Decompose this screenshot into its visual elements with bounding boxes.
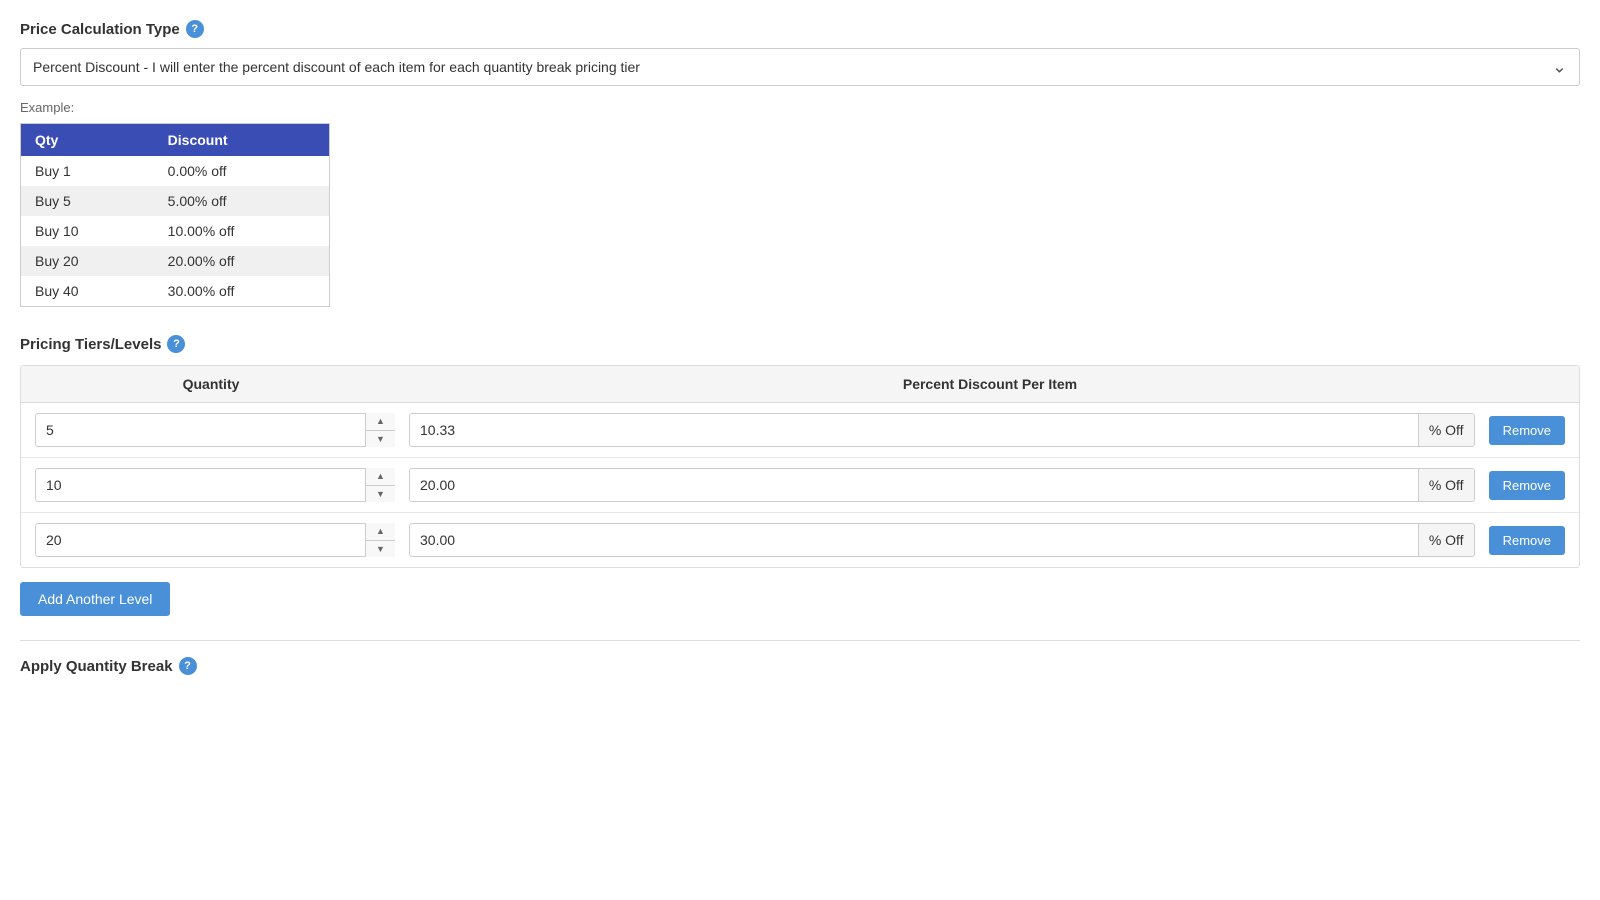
example-qty-cell: Buy 20 (21, 246, 154, 276)
example-label: Example: (20, 100, 1580, 115)
price-calc-type-select[interactable]: Percent Discount - I will enter the perc… (21, 49, 1579, 85)
example-col-discount: Discount (154, 124, 330, 157)
pricing-tiers-section: Pricing Tiers/Levels ? Quantity Percent … (20, 335, 1580, 616)
apply-quantity-break-title: Apply Quantity Break ? (20, 657, 1580, 675)
tiers-col-quantity: Quantity (21, 376, 401, 392)
discount-input-1[interactable] (410, 469, 1418, 501)
tiers-col-discount: Percent Discount Per Item (401, 376, 1579, 392)
example-discount-cell: 20.00% off (154, 246, 330, 276)
spinner-up-2[interactable]: ▲ (366, 523, 395, 541)
qty-input-wrapper-0: ▲ ▼ (35, 413, 395, 447)
remove-button-0[interactable]: Remove (1489, 416, 1565, 445)
example-discount-cell: 5.00% off (154, 186, 330, 216)
spinner-down-0[interactable]: ▼ (366, 431, 395, 448)
spinner-up-0[interactable]: ▲ (366, 413, 395, 431)
example-discount-cell: 0.00% off (154, 156, 330, 186)
discount-input-wrapper-0: % Off (409, 413, 1475, 447)
example-discount-cell: 30.00% off (154, 276, 330, 307)
example-col-qty: Qty (21, 124, 154, 157)
quantity-input-1[interactable] (35, 468, 395, 502)
discount-input-wrapper-1: % Off (409, 468, 1475, 502)
example-table-row: Buy 10 10.00% off (21, 216, 330, 246)
spinner-down-1[interactable]: ▼ (366, 486, 395, 503)
example-qty-cell: Buy 5 (21, 186, 154, 216)
qty-input-wrapper-2: ▲ ▼ (35, 523, 395, 557)
example-table-row: Buy 1 0.00% off (21, 156, 330, 186)
price-calc-type-help-icon[interactable]: ? (186, 20, 204, 38)
spinner-2: ▲ ▼ (365, 523, 395, 557)
apply-quantity-break-help-icon[interactable]: ? (179, 657, 197, 675)
price-calc-type-title: Price Calculation Type ? (20, 20, 1580, 38)
spinner-1: ▲ ▼ (365, 468, 395, 502)
example-table-row: Buy 5 5.00% off (21, 186, 330, 216)
example-discount-cell: 10.00% off (154, 216, 330, 246)
tier-row: ▲ ▼ % Off Remove (21, 513, 1579, 567)
qty-input-wrapper-1: ▲ ▼ (35, 468, 395, 502)
pricing-tiers-help-icon[interactable]: ? (167, 335, 185, 353)
spinner-up-1[interactable]: ▲ (366, 468, 395, 486)
tier-rows-container: ▲ ▼ % Off Remove ▲ ▼ % Off Remove (21, 403, 1579, 567)
section-divider (20, 640, 1580, 641)
price-calc-type-dropdown-wrapper: Percent Discount - I will enter the perc… (20, 48, 1580, 86)
tiers-table: Quantity Percent Discount Per Item ▲ ▼ %… (20, 365, 1580, 568)
spinner-down-2[interactable]: ▼ (366, 541, 395, 558)
example-qty-cell: Buy 40 (21, 276, 154, 307)
example-qty-cell: Buy 1 (21, 156, 154, 186)
pct-off-label-2: % Off (1418, 524, 1474, 556)
add-another-level-button[interactable]: Add Another Level (20, 582, 170, 616)
discount-input-wrapper-2: % Off (409, 523, 1475, 557)
spinner-0: ▲ ▼ (365, 413, 395, 447)
pricing-tiers-title: Pricing Tiers/Levels ? (20, 335, 1580, 353)
tier-row: ▲ ▼ % Off Remove (21, 403, 1579, 458)
example-table-row: Buy 40 30.00% off (21, 276, 330, 307)
quantity-input-2[interactable] (35, 523, 395, 557)
example-table-row: Buy 20 20.00% off (21, 246, 330, 276)
discount-input-0[interactable] (410, 414, 1418, 446)
discount-input-2[interactable] (410, 524, 1418, 556)
pct-off-label-1: % Off (1418, 469, 1474, 501)
tier-row: ▲ ▼ % Off Remove (21, 458, 1579, 513)
quantity-input-0[interactable] (35, 413, 395, 447)
remove-button-1[interactable]: Remove (1489, 471, 1565, 500)
remove-button-2[interactable]: Remove (1489, 526, 1565, 555)
pct-off-label-0: % Off (1418, 414, 1474, 446)
tiers-header: Quantity Percent Discount Per Item (21, 366, 1579, 403)
example-qty-cell: Buy 10 (21, 216, 154, 246)
example-table: Qty Discount Buy 1 0.00% off Buy 5 5.00%… (20, 123, 330, 307)
